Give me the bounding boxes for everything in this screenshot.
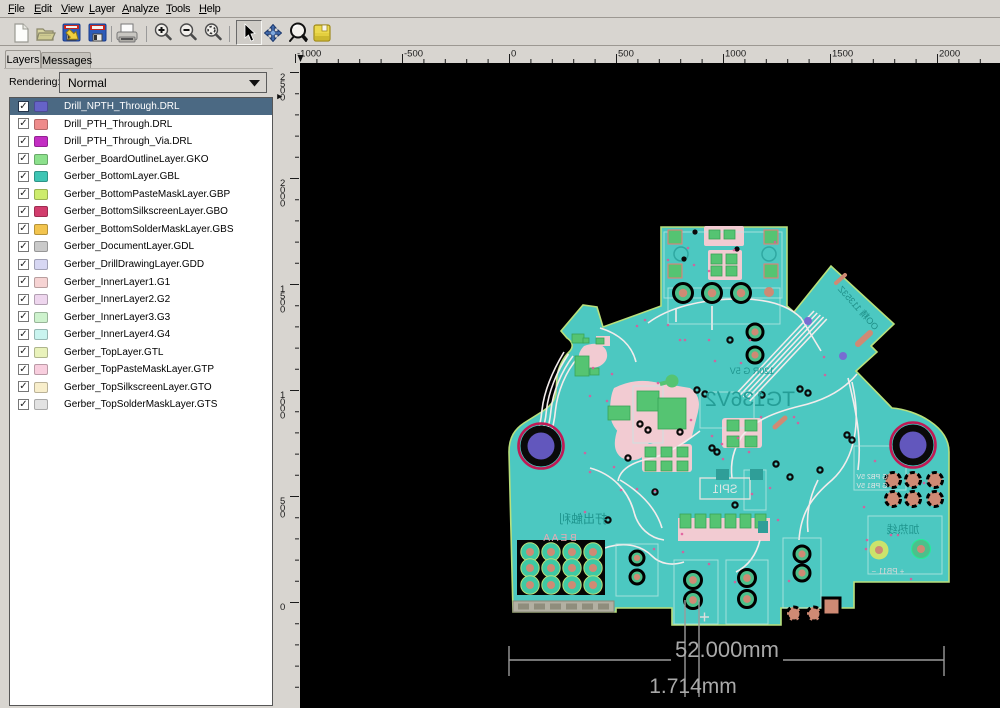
- svg-text:B E A A: B E A A: [543, 533, 577, 544]
- svg-text:1.714mm: 1.714mm: [649, 675, 737, 698]
- svg-text:加热线: 加热线: [887, 522, 920, 536]
- svg-text:0: 0: [280, 410, 285, 421]
- svg-text:SPI1: SPI1: [713, 484, 738, 496]
- svg-text:-500: -500: [404, 49, 423, 60]
- svg-text:120R G 5V: 120R G 5V: [730, 366, 775, 376]
- svg-text:1500: 1500: [832, 49, 853, 60]
- svg-text:52.000mm: 52.000mm: [675, 637, 779, 662]
- svg-text:1000: 1000: [725, 49, 746, 60]
- svg-text:扜出触利: 扜出触利: [559, 512, 607, 526]
- svg-text:2000: 2000: [939, 49, 960, 60]
- svg-text:0: 0: [280, 198, 285, 209]
- svg-text:500: 500: [618, 49, 634, 60]
- svg-text:0: 0: [280, 510, 285, 521]
- svg-text:0: 0: [280, 602, 285, 613]
- svg-text:TG136V2: TG136V2: [705, 388, 795, 411]
- svg-text:0: 0: [280, 92, 285, 103]
- svg-text:G PB2 5V: G PB2 5V: [856, 474, 887, 481]
- svg-text:G PB1 5V: G PB1 5V: [856, 483, 887, 490]
- svg-text:+ PB11 −: + PB11 −: [871, 567, 904, 576]
- svg-text:0: 0: [511, 49, 516, 60]
- svg-text:0: 0: [280, 304, 285, 315]
